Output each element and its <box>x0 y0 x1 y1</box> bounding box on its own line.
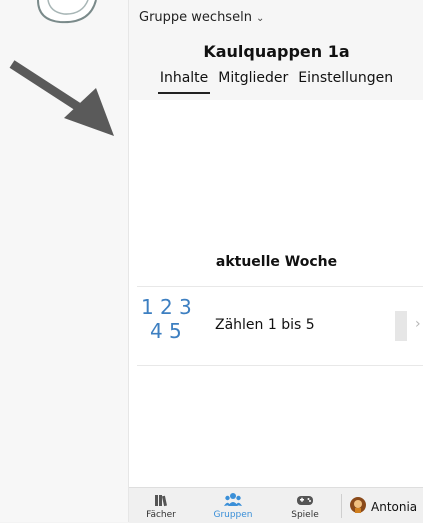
books-icon <box>135 492 187 510</box>
tab-inhalte[interactable]: Inhalte <box>157 70 211 94</box>
tutorial-illustration <box>0 0 129 522</box>
current-week-heading: aktuelle Woche <box>215 254 338 270</box>
divider <box>137 365 423 366</box>
chevron-down-icon: ⌄ <box>255 13 265 24</box>
pointer-arrow-illustration <box>9 0 114 136</box>
digit: 1 <box>141 295 154 319</box>
digit: 2 <box>160 295 173 319</box>
switch-group-label: Gruppe wechseln <box>139 10 252 25</box>
nav-label: Fächer <box>146 510 176 520</box>
bottom-navigation: Fächer Gruppen Spiele Antonia <box>129 487 423 523</box>
tab-mitglieder[interactable]: Mitglieder <box>216 70 290 94</box>
lesson-title: Zählen 1 bis 5 <box>215 317 315 333</box>
nav-spiele[interactable]: Spiele <box>279 492 331 520</box>
digit: 4 <box>150 319 163 343</box>
nav-gruppen[interactable]: Gruppen <box>207 492 259 520</box>
hand-illustration <box>37 0 97 24</box>
switch-group-button[interactable]: Gruppe wechseln ⌄ <box>139 10 264 25</box>
drag-handle[interactable] <box>395 311 407 341</box>
arrow-shaft <box>9 60 89 116</box>
nav-divider <box>341 494 342 518</box>
gamepad-icon <box>279 492 331 510</box>
arrow-head <box>64 88 114 136</box>
nav-faecher[interactable]: Fächer <box>135 492 187 520</box>
profile-name: Antonia <box>371 499 418 514</box>
group-tabs: Inhalte Mitglieder Einstellungen <box>129 70 423 94</box>
digit: 3 <box>179 295 192 319</box>
nav-label: Gruppen <box>213 510 253 520</box>
group-panel: Gruppe wechseln ⌄ Kaulquappen 1a Inhalte … <box>128 0 423 523</box>
tab-einstellungen[interactable]: Einstellungen <box>296 70 395 94</box>
group-header: Gruppe wechseln ⌄ Kaulquappen 1a Inhalte … <box>129 0 423 100</box>
profile-button[interactable]: Antonia <box>349 496 417 517</box>
nav-label: Spiele <box>291 510 319 520</box>
chevron-right-icon: › <box>415 316 421 332</box>
group-icon <box>207 492 259 510</box>
numbers-icon: 1 2 3 4 5 <box>141 295 201 355</box>
group-title: Kaulquappen 1a <box>203 42 350 61</box>
avatar <box>349 496 367 517</box>
lesson-item[interactable]: 1 2 3 4 5 Zählen 1 bis 5 › <box>137 287 423 365</box>
digit: 5 <box>169 319 182 343</box>
